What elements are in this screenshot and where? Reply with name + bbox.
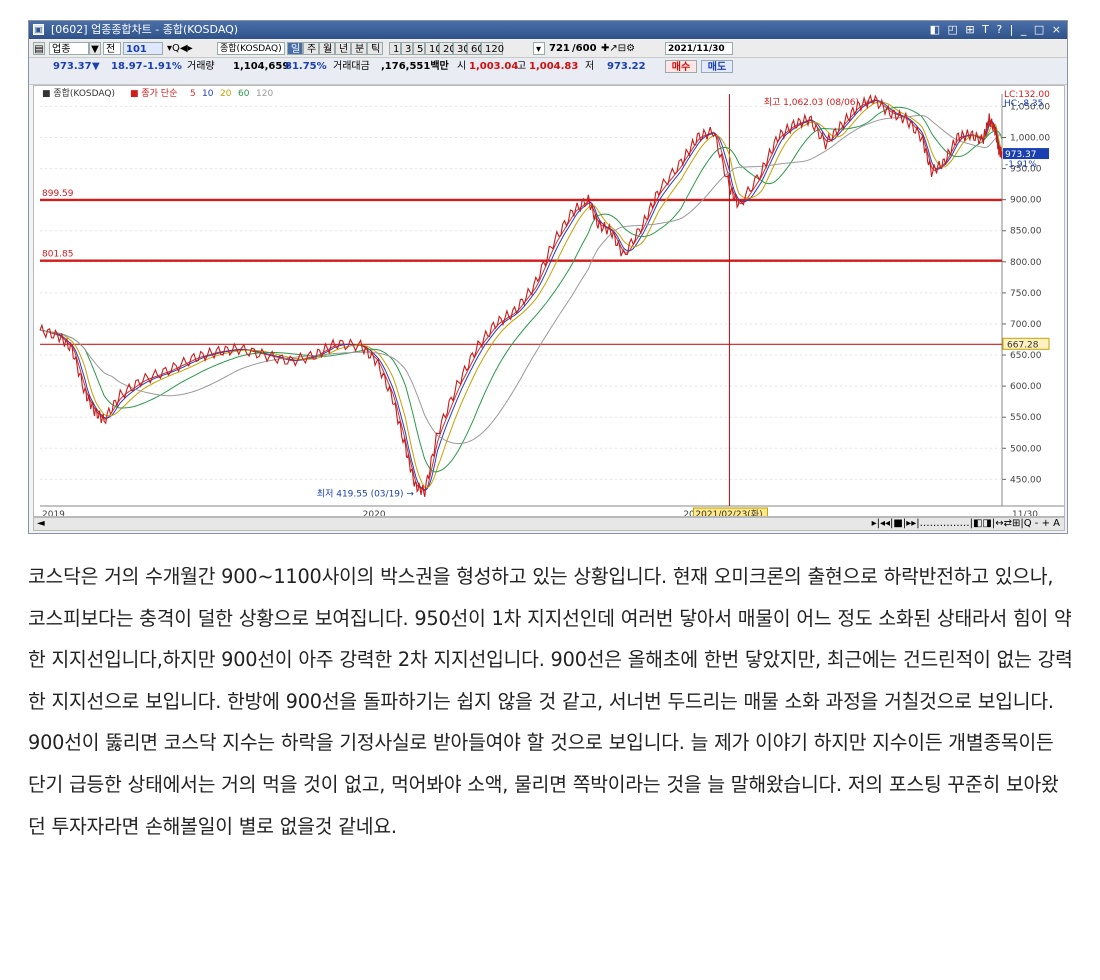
count-dropdown-icon[interactable]: ▾ xyxy=(533,42,545,55)
change-percent: -1.91% xyxy=(143,61,182,72)
x-tick-label: 11/30 xyxy=(1012,510,1038,516)
sell-button[interactable]: 매도 xyxy=(701,60,733,73)
legend-ma-period: 120 xyxy=(256,89,273,99)
y-tick-label: 900.00 xyxy=(1010,196,1042,206)
y-tick-label: 650.00 xyxy=(1010,351,1042,361)
commentary-paragraph: 코스닥은 거의 수개월간 900~1100사이의 박스권을 형성하고 있는 상황… xyxy=(28,565,1073,838)
last-price-label: 973.37 xyxy=(1005,150,1037,160)
current-price: 973.37 xyxy=(53,61,92,72)
buy-button[interactable]: 매수 xyxy=(665,60,697,73)
chart-scrollbar[interactable]: ◄ ▸|◂◂|■|▸▸|……………|◧◨|↔⇄⊞|Q - + A xyxy=(33,517,1065,531)
volume-label: 거래량 xyxy=(187,61,215,72)
open-label: 시 xyxy=(457,61,467,72)
interval-1[interactable]: 1 xyxy=(389,42,401,55)
y-tick-label: 450.00 xyxy=(1010,475,1042,485)
low-value: 973.22 xyxy=(607,61,646,72)
legend-ma-period: 5 xyxy=(190,89,196,99)
interval-30[interactable]: 30 xyxy=(453,42,470,55)
interval-120[interactable]: 120 xyxy=(481,42,504,55)
legend-ma-period: 10 xyxy=(202,89,214,99)
chart-tools-icons[interactable]: ✚↗⊟⚙ xyxy=(601,42,663,55)
period-button[interactable]: 전 xyxy=(103,42,121,55)
y-tick-label: 700.00 xyxy=(1010,320,1042,330)
x-tick-label: 2020 xyxy=(363,510,386,516)
high-label: 고 xyxy=(517,61,527,72)
interval-5[interactable]: 5 xyxy=(413,42,425,55)
support-line-label: 801.85 xyxy=(42,250,74,260)
tab-minute[interactable]: 분 xyxy=(351,42,367,55)
legend-ma-period: 60 xyxy=(238,89,250,99)
amount-label: 거래대금 xyxy=(333,61,370,72)
change-arrow-icon: ▼ xyxy=(92,61,100,72)
tab-month[interactable]: 월 xyxy=(319,42,335,55)
navigation-controls[interactable]: ▸|◂◂|■|▸▸|……………|◧◨|↔⇄⊞|Q - + A xyxy=(872,518,1060,530)
support-line-label: 899.59 xyxy=(42,189,74,199)
quote-bar: 973.37 ▼ 18.97 -1.91% 거래량 1,104,659 81.7… xyxy=(29,58,1067,85)
sector-dropdown-icon[interactable]: ▼ xyxy=(89,42,101,55)
search-icon[interactable]: ▾Q◀▸ xyxy=(167,42,215,55)
y-tick-label: 600.00 xyxy=(1010,382,1042,392)
legend-main: ■ 종합(KOSDAQ) xyxy=(42,88,115,99)
low-annotation: 최저 419.55 (03/19) → xyxy=(317,488,415,499)
volume-value: 1,104,659 xyxy=(233,61,290,72)
high-annotation: 최고 1,062.03 (08/06) → xyxy=(764,97,870,108)
y-tick-label: 550.00 xyxy=(1010,413,1042,423)
toolbar-search: ▤ 업종 ▼ 전 101 ▾Q◀▸ 종합(KOSDAQ) 일 주 월 년 분 틱… xyxy=(29,40,1067,58)
interval-10[interactable]: 10 xyxy=(425,42,442,55)
date-input[interactable]: 2021/11/30 xyxy=(665,42,733,55)
moving-average-line xyxy=(39,100,1003,491)
change-value: 18.97 xyxy=(111,61,143,72)
hline-marker-label: 667.28 xyxy=(1007,340,1039,350)
price-chart[interactable]: 1,050.001,000.00950.00900.00850.00800.00… xyxy=(34,86,1064,516)
sector-button[interactable]: 업종 xyxy=(49,42,89,55)
y-tick-label: 500.00 xyxy=(1010,444,1042,454)
index-name-field[interactable]: 종합(KOSDAQ) xyxy=(217,42,285,55)
interval-60[interactable]: 60 xyxy=(467,42,484,55)
tab-year[interactable]: 년 xyxy=(335,42,351,55)
y-tick-label: 850.00 xyxy=(1010,227,1042,237)
chart-area[interactable]: 1,050.00 1,000.00 950.00 900.00 850.00 800.00… xyxy=(33,85,1065,517)
count-total: /600 xyxy=(572,43,597,54)
scroll-left-icon[interactable]: ◄ xyxy=(37,518,45,530)
low-label: 저 xyxy=(585,61,595,72)
amount-value: ,176,551백만 xyxy=(381,61,449,72)
y-tick-label: 1,000.00 xyxy=(1010,134,1050,144)
y-tick-label: 750.00 xyxy=(1010,289,1042,299)
window-controls[interactable]: ◧ ◰ ⊞ T ? | _ □ × xyxy=(930,21,1063,39)
window-title: [0602] 업종종합차트 - 종합(KOSDAQ) xyxy=(51,23,239,36)
code-input[interactable]: 101 xyxy=(123,42,163,55)
crosshair-date-label: 2021/02/23(화) xyxy=(695,509,762,516)
moving-average-line xyxy=(39,101,1003,489)
moving-average-line xyxy=(39,99,1003,492)
x-tick-label: 2019 xyxy=(42,510,65,516)
chart-window: ▣ [0602] 업종종합차트 - 종합(KOSDAQ) ◧ ◰ ⊞ T ? |… xyxy=(28,20,1068,534)
window-titlebar: ▣ [0602] 업종종합차트 - 종합(KOSDAQ) ◧ ◰ ⊞ T ? |… xyxy=(29,21,1067,39)
interval-20[interactable]: 20 xyxy=(439,42,456,55)
legend-ma-period: 20 xyxy=(220,89,232,99)
volume-percent: 81.75% xyxy=(285,61,327,72)
tab-week[interactable]: 주 xyxy=(303,42,319,55)
tab-day[interactable]: 일 xyxy=(287,42,303,55)
last-pct-label: -1.91% xyxy=(1005,160,1037,170)
tab-tick[interactable]: 틱 xyxy=(367,42,383,55)
moving-average-line xyxy=(39,115,1003,444)
open-value: 1,003.04 xyxy=(469,61,519,72)
hc-label: HC:-8.35 xyxy=(1004,99,1043,109)
price-series-line xyxy=(39,93,1003,498)
count-value[interactable]: 721 xyxy=(549,42,570,55)
y-tick-label: 800.00 xyxy=(1010,258,1042,268)
interval-3[interactable]: 3 xyxy=(401,42,413,55)
window-icon: ▣ xyxy=(33,24,44,35)
legend-ma-title: ■ 종가 단순 xyxy=(130,88,177,99)
high-value: 1,004.83 xyxy=(529,61,579,72)
menu-icon[interactable]: ▤ xyxy=(33,42,45,55)
